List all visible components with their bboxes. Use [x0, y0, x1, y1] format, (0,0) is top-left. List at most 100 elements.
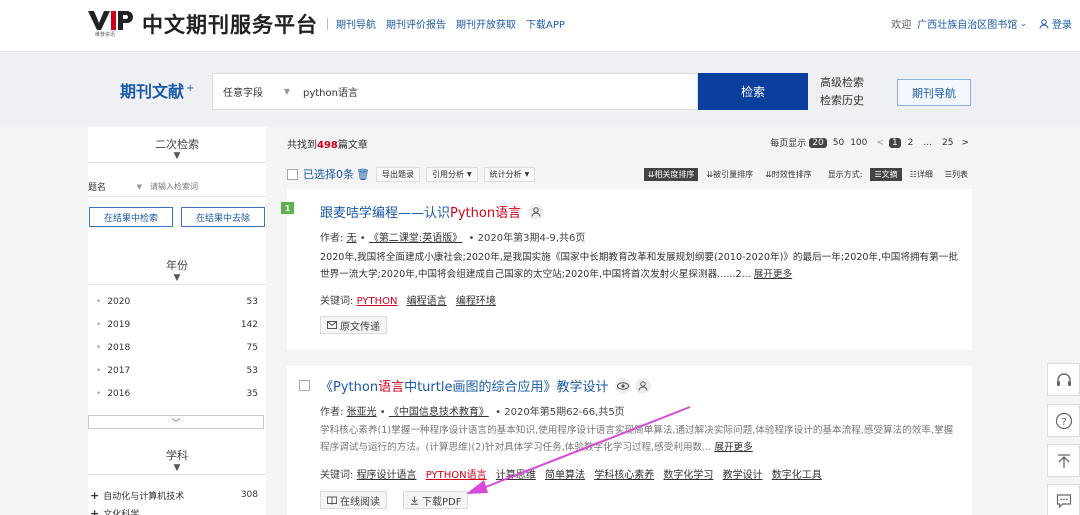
result-title[interactable]: 跟麦咭学编程——认识 Python语言	[320, 202, 545, 221]
sort-citations[interactable]: ⇊被引量排序	[702, 168, 757, 181]
download-icon	[410, 496, 419, 505]
keyword-link[interactable]: 编程环境	[456, 296, 496, 307]
selected-count[interactable]: 已选择0条 🗑	[303, 166, 370, 182]
keyword-link[interactable]: 数字化学习	[663, 470, 713, 481]
result-checkbox[interactable]	[299, 380, 310, 391]
prev-page-icon[interactable]: <	[876, 138, 884, 148]
list-icon: ☷	[909, 169, 917, 179]
journal-link[interactable]: 《第二课堂:英语版》	[369, 233, 462, 244]
nav-open-access[interactable]: 期刊开放获取	[456, 16, 516, 31]
document-delivery-button[interactable]: 原文传递	[320, 316, 387, 334]
export-button[interactable]: 导出题录	[375, 166, 420, 182]
year-item[interactable]: • 2019 142	[88, 317, 266, 333]
site-logo[interactable]: 维普资讯 中文期刊服务平台	[88, 9, 318, 39]
result-keywords: 关键词: 程序设计语言 PYTHON语言 计算思维 简单算法 学科核心素养 数字…	[320, 470, 822, 481]
nav-journal-guide[interactable]: 期刊导航	[336, 16, 376, 31]
keyword-link[interactable]: PYTHON语言	[426, 470, 487, 481]
advanced-search-link[interactable]: 高级检索	[820, 74, 864, 92]
logo-subtitle: 维普资讯	[95, 32, 116, 38]
keyword-link[interactable]: 简单算法	[545, 470, 585, 481]
login-link[interactable]: 登录	[1039, 16, 1072, 31]
nav-journal-report[interactable]: 期刊评价报告	[386, 16, 446, 31]
view-abstract[interactable]: ☰文摘	[870, 167, 902, 181]
author-link[interactable]: 张亚光	[347, 407, 377, 418]
library-name[interactable]: 广西壮族自治区图书馆	[917, 16, 1017, 31]
mail-icon	[327, 321, 337, 329]
vip-logo-icon: 维普资讯	[88, 9, 134, 39]
sort-icon: ⇊	[765, 169, 772, 179]
per-page-option[interactable]: 100	[850, 138, 867, 148]
subject-item[interactable]: + 文化科学	[88, 507, 139, 515]
page-ellipsis: ...	[923, 137, 932, 148]
keyword-link[interactable]: 教学设计	[723, 470, 763, 481]
plus-icon: +	[90, 507, 100, 515]
per-page-option[interactable]: 20	[809, 137, 827, 148]
secondary-search-title: 二次检索	[155, 138, 199, 151]
result-title[interactable]: 《Python 语言 中turtle画图的综合应用》教学设计	[320, 376, 652, 395]
read-online-button[interactable]: 在线阅读	[320, 491, 387, 509]
subject-item[interactable]: + 自动化与计算机技术 308	[88, 487, 266, 503]
list-icon: ☰	[944, 169, 952, 179]
back-to-top-button[interactable]	[1047, 444, 1080, 477]
feedback-button[interactable]	[1047, 484, 1080, 515]
arrow-up-icon	[1057, 453, 1070, 468]
filter-input[interactable]	[150, 182, 266, 191]
customer-service-button[interactable]	[1047, 363, 1080, 396]
year-item[interactable]: • 2017 53	[88, 363, 266, 379]
author-link[interactable]: 无	[347, 233, 357, 244]
result-abstract: 2020年,我国将全面建成小康社会;2020年,是我国实施《国家中长期教育改革和…	[320, 252, 958, 280]
eye-icon[interactable]	[615, 377, 632, 394]
plus-icon: +	[90, 488, 100, 502]
keyword-link[interactable]: PYTHON	[357, 296, 398, 307]
year-item[interactable]: • 2018 75	[88, 340, 266, 356]
year-item[interactable]: • 2020 53	[88, 294, 266, 310]
expand-more-link[interactable]: 展开更多	[754, 269, 792, 280]
result-count: 共找到498篇文章	[287, 140, 368, 151]
view-detail[interactable]: ☷详细	[906, 168, 937, 181]
page-number[interactable]: 2	[905, 138, 917, 148]
expand-more-link[interactable]: 展开更多	[714, 442, 752, 453]
caret-down-icon: ▼	[524, 170, 530, 178]
view-list[interactable]: ☰列表	[941, 168, 972, 181]
chevron-down-icon[interactable]: ⌄	[1020, 19, 1027, 28]
author-icon[interactable]	[635, 377, 652, 394]
select-all-checkbox[interactable]	[287, 168, 298, 180]
keyword-link[interactable]: 计算思维	[496, 470, 536, 481]
page-number[interactable]: 25	[939, 138, 956, 148]
filter-field-select[interactable]: 题名 ▼	[88, 180, 150, 194]
search-input[interactable]	[299, 74, 697, 109]
keyword-link[interactable]: 数字化工具	[772, 470, 822, 481]
citation-analysis-button[interactable]: 引用分析 ▼	[425, 166, 478, 182]
year-item[interactable]: • 2016 35	[88, 386, 266, 402]
download-pdf-button[interactable]: 下载PDF	[403, 491, 469, 509]
book-icon	[327, 496, 337, 505]
stats-analysis-button[interactable]: 统计分析 ▼	[483, 166, 536, 182]
expand-years-button[interactable]: ﹀	[88, 415, 264, 429]
question-icon: ?	[1055, 412, 1072, 429]
next-page-icon[interactable]: >	[961, 138, 969, 148]
journal-nav-button[interactable]: 期刊导航	[897, 79, 971, 106]
keyword-link[interactable]: 学科核心素养	[594, 470, 654, 481]
journal-link[interactable]: 《中国信息技术教育》	[389, 407, 489, 418]
page-number[interactable]: 1	[888, 137, 901, 148]
sort-options: ⇊相关度排序 ⇊被引量排序 ⇊时效性排序 显示方式: ☰文摘 ☷详细 ☰列表	[640, 165, 972, 183]
help-button[interactable]: ?	[1047, 404, 1080, 437]
nav-download-app[interactable]: 下载APP	[526, 16, 565, 31]
search-field-select[interactable]: 任意字段 ▼	[213, 74, 299, 109]
search-band: 期刊文献+ 任意字段 ▼ 检索 高级检索 检索历史 期刊导航	[0, 53, 1080, 126]
advanced-links: 高级检索 检索历史	[820, 74, 864, 110]
search-type-label[interactable]: 期刊文献 +	[120, 78, 194, 102]
sort-relevance[interactable]: ⇊相关度排序	[643, 167, 699, 181]
per-page-option[interactable]: 50	[833, 138, 844, 148]
search-history-link[interactable]: 检索历史	[820, 92, 864, 110]
author-icon[interactable]	[528, 203, 545, 220]
result-card: 1 跟麦咭学编程——认识 Python语言 作者: 无 • 《第二课堂:英语版》 …	[281, 189, 972, 350]
result-abstract: 学科核心素养(1)掌握一种程序设计语言的基本知识,使用程序设计语言实现简单算法,…	[320, 425, 954, 453]
search-within-button[interactable]: 在结果中检索	[89, 207, 173, 227]
exclude-button[interactable]: 在结果中去除	[181, 207, 265, 227]
sidebar: 二次检索 ▼ 题名▼ 在结果中检索 在结果中去除 年份 ▼ •202053 •2…	[88, 127, 266, 515]
search-button[interactable]: 检索	[698, 73, 808, 110]
keyword-link[interactable]: 程序设计语言	[357, 470, 417, 481]
keyword-link[interactable]: 编程语言	[407, 296, 447, 307]
sort-recency[interactable]: ⇊时效性排序	[761, 168, 816, 181]
